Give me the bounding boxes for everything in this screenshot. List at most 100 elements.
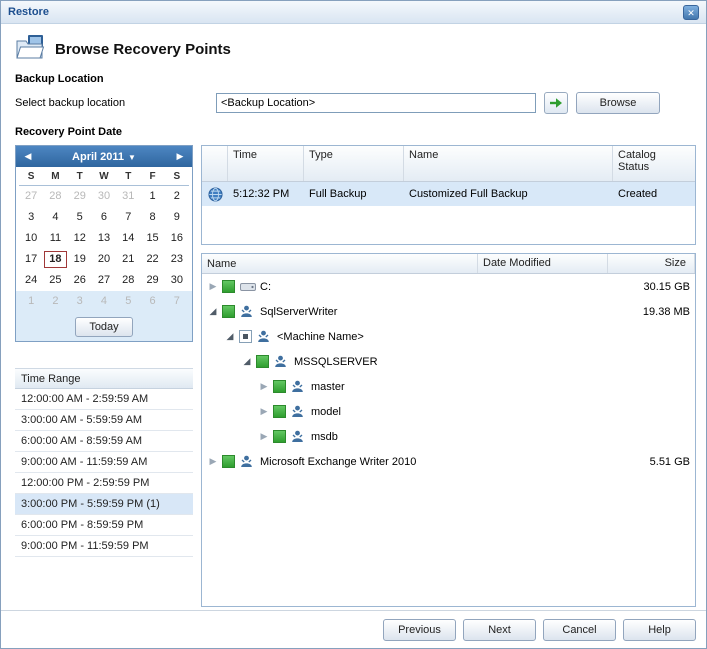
calendar-day[interactable]: 30 [93, 188, 115, 205]
time-range-item-selected[interactable]: 3:00:00 PM - 5:59:59 PM (1) [15, 494, 193, 515]
calendar-day[interactable]: 4 [44, 209, 66, 226]
tree-row[interactable]: ◢<Machine Name> [202, 324, 695, 349]
calendar-day[interactable]: 19 [69, 251, 91, 268]
calendar-day[interactable]: 29 [141, 272, 163, 289]
browse-button[interactable]: Browse [576, 92, 660, 114]
calendar-day[interactable]: 27 [93, 272, 115, 289]
calendar-day[interactable]: 14 [117, 230, 139, 247]
expand-icon[interactable]: ▶ [257, 406, 271, 417]
checked-checkbox[interactable] [256, 355, 269, 368]
calendar-day-selected[interactable]: 18 [44, 251, 66, 268]
time-range-item[interactable]: 12:00:00 AM - 2:59:59 AM [15, 389, 193, 410]
tree-row[interactable]: ▶C:30.15 GB [202, 274, 695, 299]
calendar-day[interactable]: 2 [44, 293, 66, 310]
backup-session-row[interactable]: 5:12:32 PMFull BackupCustomized Full Bac… [202, 182, 695, 206]
collapse-icon[interactable]: ◢ [223, 331, 237, 342]
checked-checkbox[interactable] [273, 430, 286, 443]
time-range-item[interactable]: 9:00:00 AM - 11:59:59 AM [15, 452, 193, 473]
dialog-footer: Previous Next Cancel Help [1, 610, 706, 648]
calendar-day[interactable]: 31 [117, 188, 139, 205]
calendar-day[interactable]: 11 [44, 230, 66, 247]
calendar-day[interactable]: 25 [44, 272, 66, 289]
tree-row[interactable]: ▶msdb [202, 424, 695, 449]
calendar-day[interactable]: 3 [20, 209, 42, 226]
time-range-item[interactable]: 3:00:00 AM - 5:59:59 AM [15, 410, 193, 431]
go-arrow-button[interactable] [544, 92, 568, 114]
calendar-day[interactable]: 7 [117, 209, 139, 226]
next-button[interactable]: Next [463, 619, 536, 641]
time-range-item[interactable]: 9:00:00 PM - 11:59:59 PM [15, 536, 193, 557]
column-header-size[interactable]: Size [608, 254, 695, 273]
time-range-item[interactable]: 6:00:00 PM - 8:59:59 PM [15, 515, 193, 536]
calendar-day[interactable]: 29 [69, 188, 91, 205]
checked-checkbox[interactable] [222, 305, 235, 318]
help-button[interactable]: Help [623, 619, 696, 641]
calendar-day-header: W [92, 171, 116, 182]
calendar-next-icon[interactable]: ▶ [173, 151, 187, 162]
calendar-day[interactable]: 23 [166, 251, 188, 268]
calendar-day[interactable]: 8 [141, 209, 163, 226]
tree-row[interactable]: ▶Microsoft Exchange Writer 20105.51 GB [202, 449, 695, 474]
calendar-day[interactable]: 3 [69, 293, 91, 310]
tree-row[interactable]: ◢SqlServerWriter19.38 MB [202, 299, 695, 324]
calendar-day[interactable]: 5 [117, 293, 139, 310]
calendar-day[interactable]: 21 [117, 251, 139, 268]
tree-item-size: 5.51 GB [608, 456, 695, 468]
calendar-day[interactable]: 10 [20, 230, 42, 247]
calendar-day[interactable]: 6 [93, 209, 115, 226]
calendar-day[interactable]: 7 [166, 293, 188, 310]
calendar-day[interactable]: 4 [93, 293, 115, 310]
expand-icon[interactable]: ▶ [206, 281, 220, 292]
calendar-day[interactable]: 9 [166, 209, 188, 226]
column-header-date-modified[interactable]: Date Modified [478, 254, 608, 273]
today-button[interactable]: Today [75, 317, 133, 337]
column-header-time[interactable]: Time [228, 146, 304, 181]
expand-icon[interactable]: ▶ [206, 456, 220, 467]
collapse-icon[interactable]: ◢ [240, 356, 254, 367]
expand-icon[interactable]: ▶ [257, 381, 271, 392]
tree-row[interactable]: ▶model [202, 399, 695, 424]
calendar-day[interactable]: 2 [166, 188, 188, 205]
calendar-day[interactable]: 24 [20, 272, 42, 289]
calendar-day[interactable]: 30 [166, 272, 188, 289]
cancel-button[interactable]: Cancel [543, 619, 616, 641]
close-icon[interactable]: ✕ [683, 5, 699, 20]
partial-checkbox[interactable] [239, 330, 252, 343]
backup-location-input[interactable] [216, 93, 536, 113]
column-header-name[interactable]: Name [404, 146, 613, 181]
calendar-day[interactable]: 22 [141, 251, 163, 268]
calendar-day[interactable]: 6 [141, 293, 163, 310]
collapse-icon[interactable]: ◢ [206, 306, 220, 317]
calendar-day[interactable]: 27 [20, 188, 42, 205]
drive-icon [240, 281, 256, 293]
time-range-item[interactable]: 6:00:00 AM - 8:59:59 AM [15, 431, 193, 452]
calendar-day[interactable]: 20 [93, 251, 115, 268]
column-header-name[interactable]: Name [202, 254, 478, 273]
calendar-day[interactable]: 13 [93, 230, 115, 247]
calendar-day[interactable]: 26 [69, 272, 91, 289]
checked-checkbox[interactable] [273, 380, 286, 393]
checked-checkbox[interactable] [222, 455, 235, 468]
column-header-type[interactable]: Type [304, 146, 404, 181]
checked-checkbox[interactable] [222, 280, 235, 293]
calendar-day[interactable]: 15 [141, 230, 163, 247]
calendar-day[interactable]: 28 [44, 188, 66, 205]
calendar-prev-icon[interactable]: ◀ [21, 151, 35, 162]
calendar-day[interactable]: 1 [20, 293, 42, 310]
time-range-item[interactable]: 12:00:00 PM - 2:59:59 PM [15, 473, 193, 494]
column-header-catalog-status[interactable]: Catalog Status [613, 146, 695, 181]
checked-checkbox[interactable] [273, 405, 286, 418]
calendar-day[interactable]: 1 [141, 188, 163, 205]
calendar-day[interactable]: 12 [69, 230, 91, 247]
calendar-month-dropdown[interactable]: April 2011▼ [35, 151, 173, 163]
calendar-day[interactable]: 5 [69, 209, 91, 226]
session-icon [202, 187, 228, 202]
tree-row[interactable]: ◢MSSQLSERVER [202, 349, 695, 374]
calendar-day[interactable]: 16 [166, 230, 188, 247]
expand-icon[interactable]: ▶ [257, 431, 271, 442]
tree-row[interactable]: ▶master [202, 374, 695, 399]
select-backup-location-label: Select backup location [15, 97, 216, 109]
calendar-day[interactable]: 17 [20, 251, 42, 268]
previous-button[interactable]: Previous [383, 619, 456, 641]
calendar-day[interactable]: 28 [117, 272, 139, 289]
